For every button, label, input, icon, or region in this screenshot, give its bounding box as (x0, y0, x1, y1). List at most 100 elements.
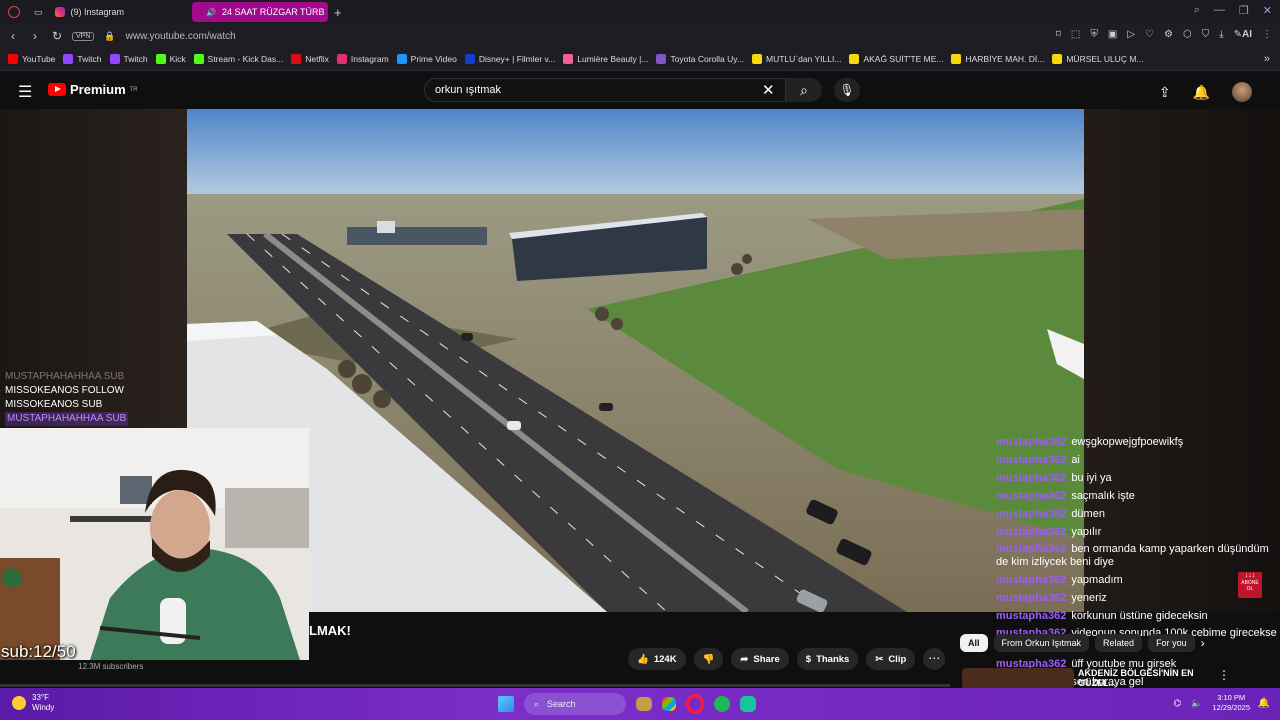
tab-overview-icon[interactable]: ▭ (34, 7, 43, 18)
bookmark-item[interactable]: Lumière Beauty |... (563, 54, 648, 64)
hamburger-menu-icon[interactable]: ☰ (18, 82, 32, 102)
thumbs-down-icon: 👎 (702, 653, 715, 665)
volume-icon[interactable]: 🔈 (1191, 698, 1202, 709)
bookmark-item[interactable]: Twitch (63, 54, 102, 64)
opera-sidebar-icon[interactable] (8, 6, 20, 18)
chip-related[interactable]: Related (1095, 634, 1143, 652)
bookmark-item[interactable]: Stream - Kick Das... (193, 54, 283, 64)
upload-icon[interactable]: ⇪ (1159, 84, 1171, 101)
weather-widget[interactable]: 33°F Windy (12, 693, 54, 713)
store-icon[interactable] (662, 697, 676, 711)
bookmark-item[interactable]: HARBİYE MAH. Dİ... (951, 54, 1044, 64)
weather-icon (12, 696, 26, 710)
bookmark-item[interactable]: AKAĞ SUİT'TE ME... (849, 54, 943, 64)
share-button[interactable]: ➦ Share (731, 648, 789, 670)
close-icon[interactable]: ✕ (1263, 4, 1272, 17)
maximize-icon[interactable]: ❐ (1239, 4, 1249, 17)
tab-youtube-video[interactable]: 🔊 24 SAAT RÜZGAR TÜRB (192, 2, 329, 22)
chip-all[interactable]: All (960, 634, 988, 652)
bookmark-item[interactable]: Twitch (109, 54, 148, 64)
thanks-button[interactable]: $ Thanks (796, 648, 859, 670)
chat-text: bu iyi ya (1071, 472, 1112, 484)
snapshot-icon[interactable]: ⬚ (1071, 29, 1080, 40)
file-explorer-icon[interactable] (636, 697, 652, 711)
wallet-icon[interactable]: ⛉ (1202, 29, 1210, 40)
bookmark-label: MUTLU`dan YILLI... (766, 54, 842, 64)
network-icon[interactable]: ⌬ (1173, 698, 1181, 709)
bookmark-item[interactable]: MUTLU`dan YILLI... (752, 54, 841, 64)
voice-search-button[interactable]: 🎙 (834, 78, 860, 102)
notifications-icon[interactable]: 🔔 (1193, 84, 1210, 101)
chat-username: mustapha362 (996, 574, 1067, 586)
address-bar: ‹ › ↻ VPN 🔒 www.youtube.com/watch ⌑ ⬚ ⛨ … (0, 24, 1280, 48)
taskbar-search[interactable]: ⌕ Search (524, 693, 626, 715)
search-input[interactable]: orkun ışıtmak (424, 78, 786, 102)
chevron-right-icon[interactable]: › (1201, 636, 1205, 650)
bookmarks-overflow-icon[interactable]: » (1264, 53, 1270, 65)
url-field[interactable]: www.youtube.com/watch (126, 31, 236, 42)
download-icon[interactable]: ⤓ (1219, 29, 1223, 40)
bookmark-icon[interactable]: ⌑ (1056, 29, 1061, 40)
search-tabs-icon[interactable]: ⌕ (1194, 4, 1200, 17)
menu-icon[interactable]: ⋮ (1262, 29, 1272, 40)
start-icon[interactable] (498, 696, 514, 712)
bookmark-favicon-icon (8, 54, 18, 64)
speaker-icon[interactable]: 🔊 (206, 8, 216, 17)
recommendation-title[interactable]: AKDENİZ BÖLGESİ'NİN EN GÜZEL... (1078, 668, 1218, 688)
avatar[interactable] (1232, 82, 1252, 102)
clock[interactable]: 3:10 PM 12/29/2025 (1212, 693, 1250, 713)
weather-text: Windy (32, 703, 55, 712)
lock-icon: 🔒 (104, 30, 116, 41)
more-actions-icon[interactable]: ⋯ (923, 648, 946, 670)
youtube-logo[interactable]: Premium TR (48, 82, 138, 97)
shield-icon[interactable]: ⛨ (1090, 29, 1098, 40)
bookmark-item[interactable]: Kick (155, 54, 186, 64)
stream-alerts: MUSTAPHAHAHHAA SUB MISSOKEANOS FOLLOW MI… (5, 370, 129, 426)
bookmark-item[interactable]: YouTube (8, 54, 55, 64)
search-button[interactable]: ⌕ (786, 78, 822, 102)
bookmark-favicon-icon (193, 54, 204, 64)
bookmark-favicon-icon (1052, 54, 1063, 64)
scissors-icon: ✂ (875, 653, 884, 665)
bookmark-item[interactable]: Toyota Corolla Uy... (656, 54, 744, 64)
ai-button[interactable]: ✎AI (1234, 29, 1252, 40)
dislike-button[interactable]: 👎 (693, 648, 724, 670)
bookmark-item[interactable]: Netflix (291, 54, 329, 64)
bookmark-item[interactable]: Prime Video (396, 54, 457, 64)
bookmark-label: Netflix (305, 54, 329, 64)
clip-button[interactable]: ✂ Clip (866, 648, 916, 670)
notification-bell-icon[interactable]: 🔔 (1258, 698, 1270, 709)
settings-icon[interactable]: ⚙ (1164, 29, 1173, 40)
share-label: Share (753, 653, 780, 665)
minimize-icon[interactable]: — (1214, 4, 1225, 17)
chip-from-channel[interactable]: From Orkun Işıtmak (993, 634, 1090, 652)
new-tab-button[interactable]: + (334, 5, 342, 20)
bookmark-item[interactable]: MÜRSEL ULUÇ M... (1052, 54, 1143, 64)
chat-username: mustapha362 (996, 490, 1067, 502)
reload-icon[interactable]: ↻ (46, 29, 68, 43)
subscribe-badge-text: ABONE OL (1241, 580, 1259, 592)
bookmark-item[interactable]: Instagram (336, 54, 389, 64)
forward-icon[interactable]: › (24, 29, 46, 43)
back-icon[interactable]: ‹ (2, 29, 24, 43)
thanks-icon: $ (805, 653, 812, 665)
tab-instagram[interactable]: (9) Instagram (47, 2, 133, 22)
chip-for-you[interactable]: For you (1148, 634, 1195, 652)
ai-icon: ✎ (1233, 29, 1242, 40)
pip-icon[interactable]: ▣ (1108, 29, 1117, 40)
like-button[interactable]: 👍 124K (628, 648, 686, 670)
app-icon[interactable] (740, 696, 756, 712)
recommendation-menu-icon[interactable]: ⋮ (1218, 668, 1230, 682)
chat-username: mustapha362 (996, 508, 1067, 520)
play-icon[interactable]: ▷ (1127, 29, 1135, 40)
instagram-icon (54, 7, 65, 17)
extensions-icon[interactable]: ⬡ (1183, 29, 1192, 40)
recommendation-thumbnail[interactable] (962, 668, 1074, 690)
bookmark-item[interactable]: Disney+ | Filmler v... (464, 54, 555, 64)
video-player[interactable] (187, 109, 1084, 612)
spotify-icon[interactable] (714, 696, 730, 712)
heart-icon[interactable]: ♡ (1145, 29, 1154, 40)
clear-search-icon[interactable]: ✕ (762, 81, 775, 99)
vpn-badge[interactable]: VPN (72, 31, 95, 41)
opera-icon[interactable] (686, 694, 704, 714)
